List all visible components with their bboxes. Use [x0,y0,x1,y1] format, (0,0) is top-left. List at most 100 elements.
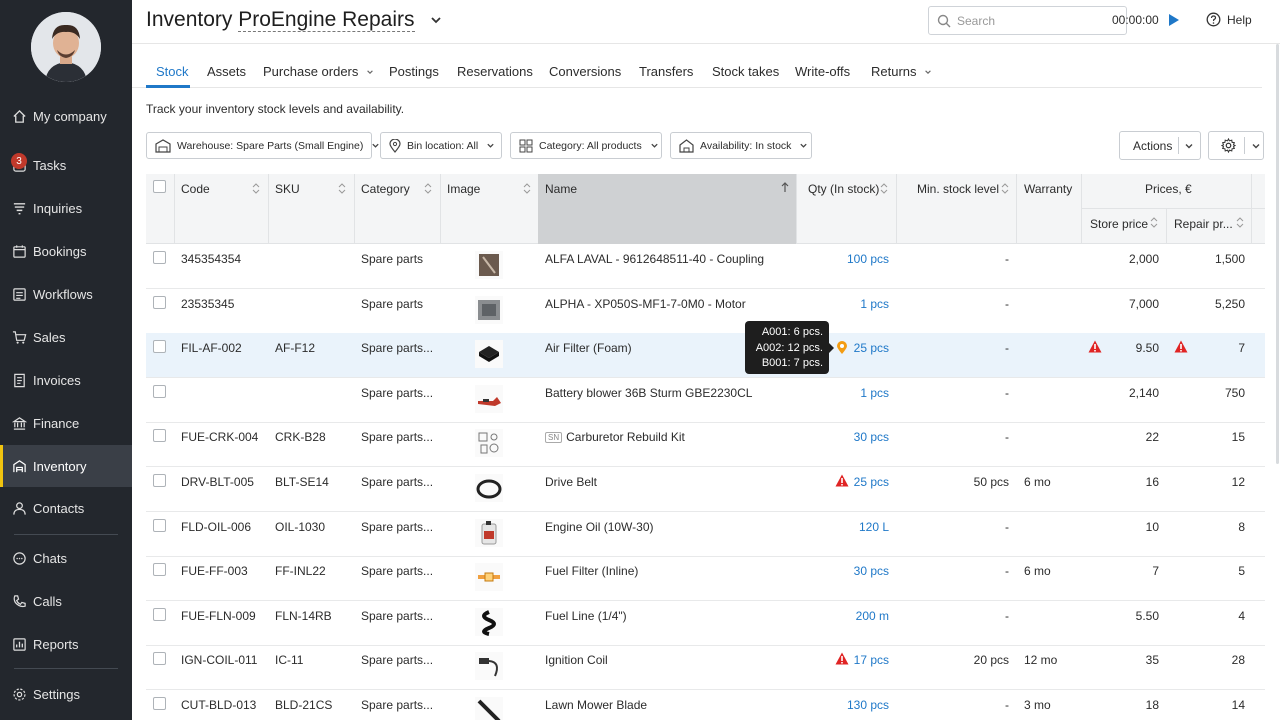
product-image[interactable] [475,385,503,413]
avatar[interactable] [31,12,101,82]
table-row[interactable]: DRV-BLT-005 BLT-SE14 Spare parts... Drive B… [146,467,1265,512]
cell-name[interactable]: Fuel Filter (Inline) [545,564,638,578]
table-settings-button[interactable] [1208,131,1264,160]
product-image[interactable] [475,608,503,636]
column-header-min-stock[interactable]: Min. stock level [917,182,999,196]
cell-qty[interactable]: 25 pcs [854,475,889,489]
select-all-checkbox[interactable] [153,180,166,193]
sort-icon[interactable] [1001,183,1009,194]
cell-name[interactable]: Engine Oil (10W-30) [545,520,654,534]
sidebar-item-chats[interactable]: Chats [0,537,132,579]
product-image[interactable] [475,697,503,720]
cell-qty[interactable]: 17 pcs [854,653,889,667]
tab-returns[interactable]: Returns [871,64,932,79]
table-row[interactable]: FUE-CRK-004 CRK-B28 Spare parts... SN Carbur… [146,422,1265,467]
cell-qty[interactable]: 1 pcs [860,386,889,400]
sidebar-item-invoices[interactable]: Invoices [0,359,132,401]
chevron-down-icon[interactable] [1184,141,1194,151]
table-row[interactable]: FUE-FF-003 FF-INL22 Spare parts... Fuel Fil… [146,556,1265,601]
cell-name[interactable]: Air Filter (Foam) [545,341,632,355]
sidebar-item-inquiries[interactable]: Inquiries [0,187,132,229]
sidebar-item-inventory[interactable]: Inventory [0,445,132,487]
product-image[interactable] [475,563,503,591]
table-row[interactable]: FLD-OIL-006 OIL-1030 Spare parts... Engine … [146,512,1265,557]
column-header-category[interactable]: Category [361,182,410,196]
bin-location-filter[interactable]: Bin location: All [380,132,502,159]
location-selector[interactable]: ProEngine Repairs [238,8,415,32]
column-header-store-price[interactable]: Store price [1090,217,1148,231]
tab-postings[interactable]: Postings [389,64,439,79]
cell-name[interactable]: Ignition Coil [545,653,608,667]
warehouse-filter[interactable]: Warehouse: Spare Parts (Small Engine) [146,132,380,159]
sort-icon[interactable] [252,183,260,194]
page-scrollbar[interactable] [1276,44,1279,464]
row-checkbox[interactable] [153,296,166,309]
cell-qty[interactable]: 200 m [856,609,889,623]
tab-transfers[interactable]: Transfers [639,64,693,79]
sidebar-item-finance[interactable]: Finance [0,402,132,444]
sidebar-item-sales[interactable]: Sales [0,316,132,358]
row-checkbox[interactable] [153,519,166,532]
sidebar-item-tasks[interactable]: 3 Tasks [0,144,132,186]
sort-icon[interactable] [338,183,346,194]
sidebar-item-reports[interactable]: Reports [0,623,132,665]
table-row[interactable]: 23535345 Spare parts ALPHA - XP050S-MF1-7-… [146,289,1265,334]
row-checkbox[interactable] [153,608,166,621]
cell-qty[interactable]: 100 pcs [847,252,889,266]
column-header-qty[interactable]: Qty (In stock) [808,182,879,196]
row-checkbox[interactable] [153,474,166,487]
tab-purchase-orders[interactable]: Purchase orders [263,64,374,79]
help-button[interactable]: Help [1206,12,1252,27]
product-image[interactable] [475,474,503,502]
cell-qty[interactable]: 25 pcs [854,341,889,355]
sort-icon[interactable] [523,183,531,194]
row-checkbox[interactable] [153,563,166,576]
cell-name[interactable]: Fuel Line (1/4") [545,609,627,623]
row-checkbox[interactable] [153,697,166,710]
sort-icon[interactable] [880,183,888,194]
row-checkbox[interactable] [153,251,166,264]
product-image[interactable] [475,251,503,279]
tab-conversions[interactable]: Conversions [549,64,621,79]
tab-write-offs[interactable]: Write-offs [795,64,850,79]
row-checkbox[interactable] [153,652,166,665]
column-header-name[interactable]: Name [545,182,577,196]
cell-qty[interactable]: 30 pcs [854,564,889,578]
category-filter[interactable]: Category: All products [510,132,662,159]
sort-icon[interactable] [1150,217,1158,228]
product-image[interactable] [475,340,503,368]
chevron-down-icon[interactable] [430,14,442,26]
sidebar-item-contacts[interactable]: Contacts [0,487,132,529]
column-header-warranty[interactable]: Warranty [1024,182,1072,196]
sidebar-item-my-company[interactable]: My company [0,95,132,137]
product-image[interactable] [475,652,503,680]
cell-qty[interactable]: 130 pcs [847,698,889,712]
cell-name[interactable]: ALFA LAVAL - 9612648511-40 - Coupling [545,252,764,266]
column-header-repair-price[interactable]: Repair pr... [1174,217,1233,231]
cell-name[interactable]: Battery blower 36B Sturm GBE2230CL [545,386,752,400]
table-row[interactable]: Spare parts... Battery blower 36B Sturm G… [146,378,1265,423]
sidebar-item-calls[interactable]: Calls [0,580,132,622]
cell-qty[interactable]: 120 L [859,520,889,534]
column-header-code[interactable]: Code [181,182,210,196]
table-row[interactable]: IGN-COIL-011 IC-11 Spare parts... Ignition … [146,645,1265,690]
table-row[interactable]: CUT-BLD-013 BLD-21CS Spare parts... Lawn Mo… [146,690,1265,720]
table-row[interactable]: 345354354 Spare parts ALFA LAVAL - 9612648… [146,244,1265,289]
tab-reservations[interactable]: Reservations [457,64,533,79]
sidebar-item-settings[interactable]: Settings [0,673,132,715]
sort-icon[interactable] [424,183,432,194]
table-row[interactable]: FUE-FLN-009 FLN-14RB Spare parts... Fuel Li… [146,601,1265,646]
cell-name[interactable]: ALPHA - XP050S-MF1-7-0M0 - Motor [545,297,746,311]
availability-filter[interactable]: Availability: In stock [670,132,812,159]
sidebar-item-workflows[interactable]: Workflows [0,273,132,315]
table-row[interactable]: FIL-AF-002 AF-F12 Spare parts... Air Filter… [146,333,1265,378]
cell-name[interactable]: Drive Belt [545,475,597,489]
play-icon[interactable] [1168,13,1180,27]
row-checkbox[interactable] [153,340,166,353]
actions-button[interactable]: Actions [1119,131,1201,160]
search-input[interactable]: Search [928,6,1127,35]
cell-qty[interactable]: 30 pcs [854,430,889,444]
row-checkbox[interactable] [153,385,166,398]
sort-icon[interactable] [1236,217,1244,228]
column-header-sku[interactable]: SKU [275,182,300,196]
